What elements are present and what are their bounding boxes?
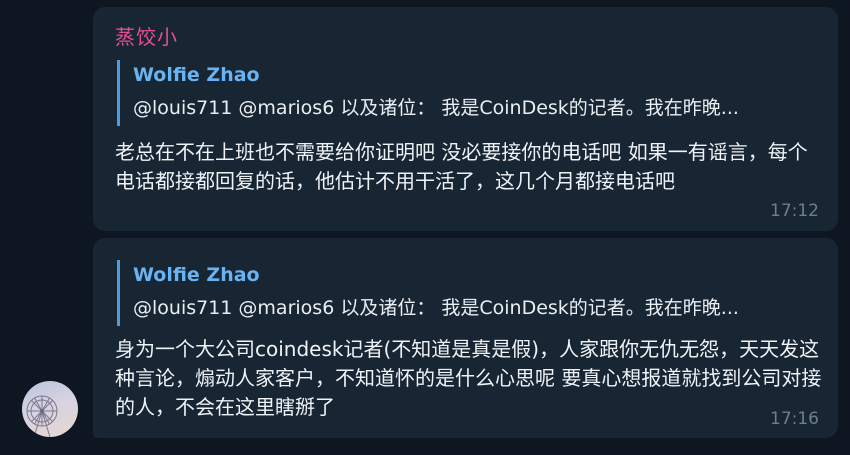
message-bubble[interactable]: 蒸饺小 Wolfie Zhao @louis711 @marios6 以及诸位：… xyxy=(93,7,838,231)
reply-quote[interactable]: Wolfie Zhao @louis711 @marios6 以及诸位： 我是C… xyxy=(117,60,817,126)
message-time: 17:12 xyxy=(770,201,819,221)
reply-snippet: @louis711 @marios6 以及诸位： 我是CoinDesk的记者。我… xyxy=(133,297,739,319)
chat-history[interactable]: 蒸饺小 Wolfie Zhao @louis711 @marios6 以及诸位：… xyxy=(0,0,850,455)
avatar[interactable] xyxy=(22,381,78,437)
reply-quote[interactable]: Wolfie Zhao @louis711 @marios6 以及诸位： 我是C… xyxy=(117,260,817,326)
sender-name[interactable]: 蒸饺小 xyxy=(115,21,178,50)
message-text: 身为一个大公司coindesk记者(不知道是真是假)，人家跟你无仇无怨，天天发这… xyxy=(115,337,822,419)
reply-snippet: @louis711 @marios6 以及诸位： 我是CoinDesk的记者。我… xyxy=(133,97,739,119)
reply-author: Wolfie Zhao xyxy=(133,264,260,286)
ferris-wheel-icon xyxy=(26,395,58,437)
message-text: 老总在不在上班也不需要给你证明吧 没必要接你的电话吧 如果一有谣言，每个电话都接… xyxy=(115,140,808,193)
message-bubble[interactable]: Wolfie Zhao @louis711 @marios6 以及诸位： 我是C… xyxy=(93,238,838,438)
reply-author: Wolfie Zhao xyxy=(133,64,260,86)
scrollbar[interactable] xyxy=(843,0,847,455)
message-time: 17:16 xyxy=(770,409,819,429)
